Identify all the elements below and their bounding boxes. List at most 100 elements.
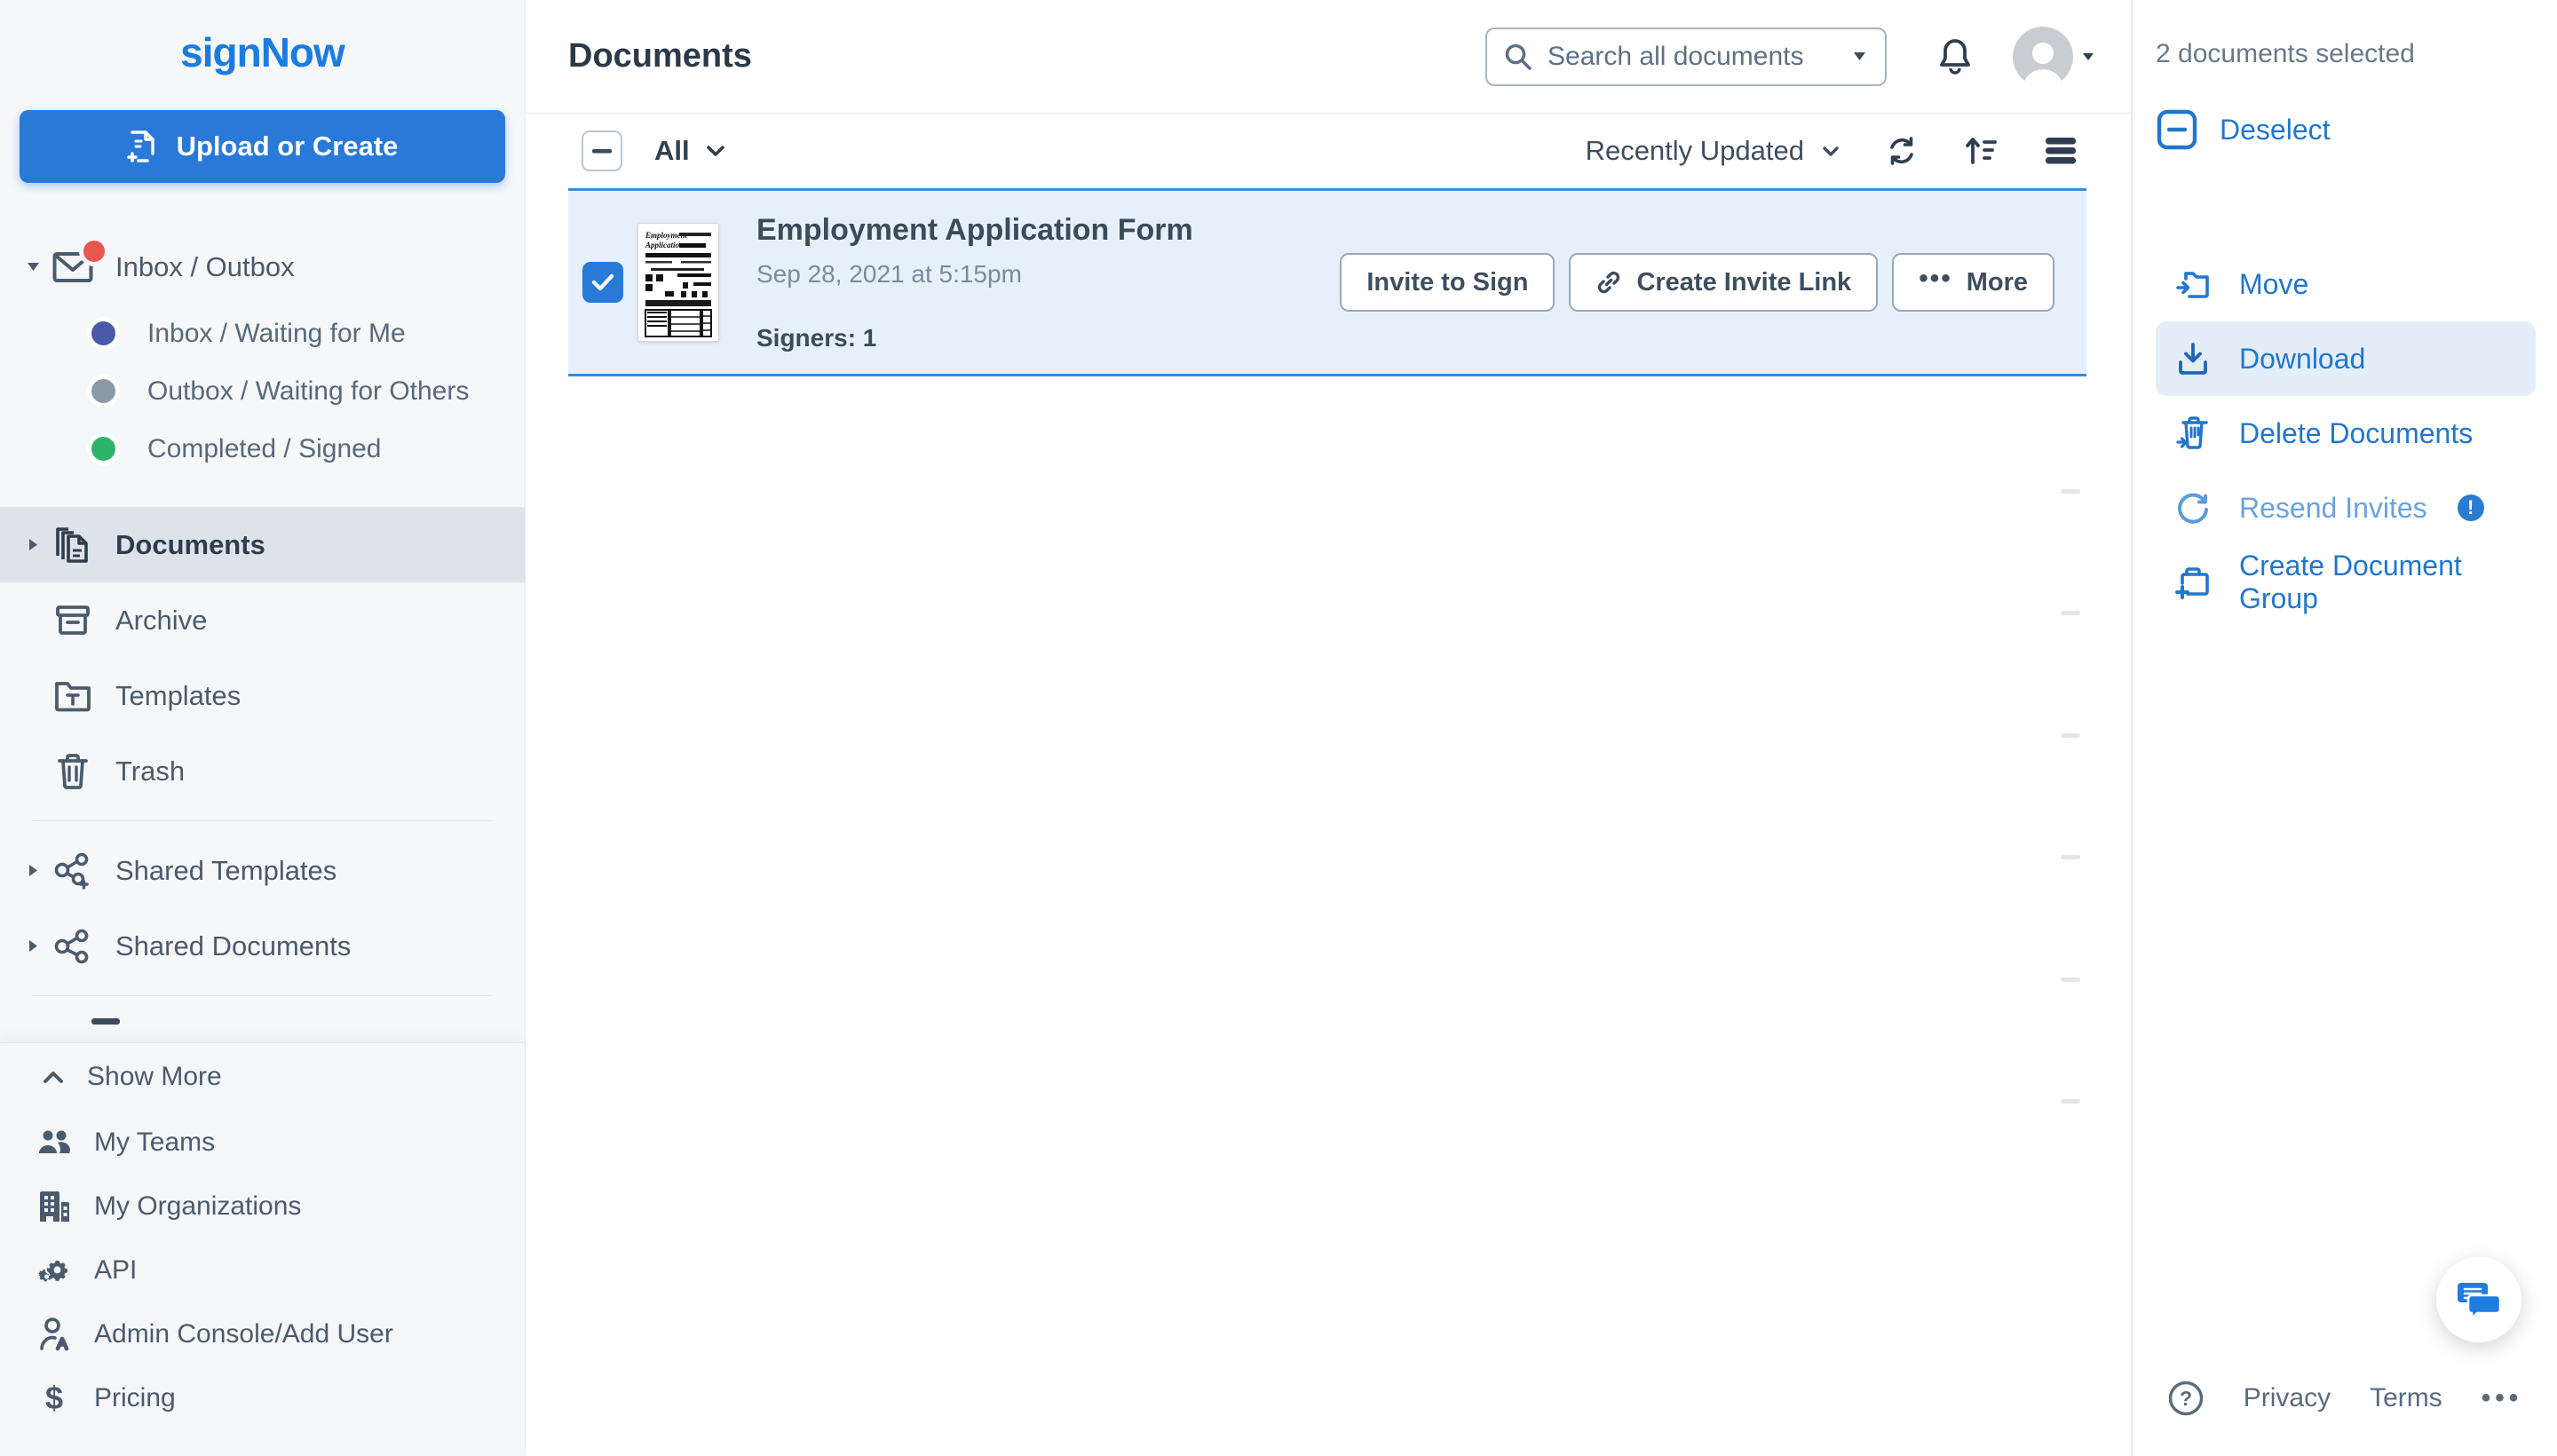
chevron-right-icon[interactable] xyxy=(21,938,44,954)
sidebar-item-templates[interactable]: Templates xyxy=(0,658,525,733)
ellipsis-icon: ••• xyxy=(1919,264,1952,294)
document-row[interactable]: Employment Application xyxy=(568,188,2086,376)
delete-trash-icon xyxy=(2173,415,2213,451)
deselect-label: Deselect xyxy=(2220,114,2331,146)
document-checkbox-checked[interactable] xyxy=(582,262,623,303)
templates-folder-icon xyxy=(50,679,96,713)
organizations-icon xyxy=(34,1190,75,1223)
list-placeholder-dash xyxy=(2061,977,2080,982)
chevron-right-icon[interactable] xyxy=(21,537,44,552)
create-document-group-action[interactable]: Create Document Group xyxy=(2156,545,2536,620)
svg-text:?: ? xyxy=(2180,1387,2192,1410)
admin-user-icon xyxy=(34,1317,75,1352)
outbox-status-dot xyxy=(91,379,115,403)
footer-more-icon[interactable]: ••• xyxy=(2482,1383,2523,1413)
notification-badge xyxy=(83,241,105,262)
document-row-actions: Invite to Sign Create Invite Link ••• Mo… xyxy=(1340,253,2054,312)
search-icon xyxy=(1503,42,1533,72)
resend-invites-label: Resend Invites xyxy=(2239,492,2427,525)
sidebar-item-label: Shared Templates xyxy=(115,855,336,887)
document-date: Sep 28, 2021 at 5:15pm xyxy=(756,260,1340,289)
privacy-link[interactable]: Privacy xyxy=(2244,1383,2331,1413)
create-invite-link-button[interactable]: Create Invite Link xyxy=(1569,253,1878,312)
list-placeholder-dash xyxy=(2061,733,2080,738)
refresh-icon[interactable] xyxy=(1886,135,1918,167)
signnow-logo[interactable]: signNow xyxy=(180,28,344,76)
sidebar-item-label: Pricing xyxy=(94,1383,176,1413)
document-thumbnail[interactable]: Employment Application xyxy=(637,223,719,342)
deselect-button[interactable]: Deselect xyxy=(2156,108,2536,151)
sidebar-divider xyxy=(32,820,493,821)
search-scope-caret-icon[interactable] xyxy=(1852,51,1867,62)
upload-or-create-button[interactable]: Upload or Create xyxy=(20,110,505,183)
list-view-icon[interactable] xyxy=(2044,136,2078,166)
resend-info-icon[interactable]: ! xyxy=(2458,495,2484,521)
account-menu[interactable] xyxy=(2013,27,2095,87)
terms-link[interactable]: Terms xyxy=(2370,1383,2442,1413)
download-action[interactable]: Download xyxy=(2156,321,2536,396)
chevron-right-icon[interactable] xyxy=(21,863,44,878)
document-group-briefcase-icon xyxy=(2173,566,2213,599)
create-invite-link-label: Create Invite Link xyxy=(1636,268,1851,297)
sidebar-item-label: My Organizations xyxy=(94,1191,301,1222)
upload-button-label: Upload or Create xyxy=(177,131,399,162)
sidebar-item-admin-console[interactable]: Admin Console/Add User xyxy=(0,1302,525,1366)
search-box xyxy=(1485,28,1887,86)
sidebar-item-shared-templates[interactable]: Shared Templates xyxy=(0,833,525,908)
filter-all-dropdown[interactable]: All xyxy=(654,135,725,167)
search-input[interactable] xyxy=(1548,42,1838,72)
sidebar-item-label: Documents xyxy=(115,529,265,561)
document-signers-count: Signers: 1 xyxy=(756,324,1340,352)
sidebar-item-label: Trash xyxy=(115,756,185,787)
download-label: Download xyxy=(2239,343,2365,376)
resend-invites-action[interactable]: Resend Invites ! xyxy=(2156,471,2536,545)
document-title[interactable]: Employment Application Form xyxy=(756,213,1340,248)
list-placeholder-dash xyxy=(2061,1099,2080,1104)
chat-support-button[interactable] xyxy=(2436,1257,2521,1342)
app-window: signNow Upload or Create xyxy=(0,0,2557,1456)
trash-icon xyxy=(50,753,96,790)
sidebar-item-inbox-outbox[interactable]: Inbox / Outbox xyxy=(0,229,525,305)
chevron-down-icon[interactable] xyxy=(21,261,44,273)
selection-panel: 2 documents selected Deselect xyxy=(2131,0,2557,1456)
sidebar-item-shared-documents[interactable]: Shared Documents xyxy=(0,908,525,984)
sort-direction-icon[interactable] xyxy=(1964,135,1998,167)
sidebar-item-label: API xyxy=(94,1255,137,1286)
documents-toolbar: All Recently Updated xyxy=(526,114,2131,188)
filter-all-label: All xyxy=(654,135,690,167)
sort-order-dropdown[interactable]: Recently Updated xyxy=(1586,135,1840,167)
sidebar-item-api[interactable]: API xyxy=(0,1238,525,1302)
notifications-bell-button[interactable] xyxy=(1936,36,1974,77)
sidebar-item-outbox-waiting-for-others[interactable]: Outbox / Waiting for Others xyxy=(0,362,525,420)
create-document-group-label: Create Document Group xyxy=(2239,550,2518,615)
sidebar: signNow Upload or Create xyxy=(0,0,526,1456)
completed-status-dot xyxy=(91,437,115,461)
select-all-checkbox-indeterminate[interactable] xyxy=(582,131,622,171)
sidebar-subitem-label: Outbox / Waiting for Others xyxy=(147,376,469,407)
list-placeholder-dash xyxy=(2061,489,2080,494)
logo-wrap: signNow xyxy=(0,0,525,105)
sidebar-subitem-label: Inbox / Waiting for Me xyxy=(147,319,406,349)
sidebar-item-inbox-waiting-for-me[interactable]: Inbox / Waiting for Me xyxy=(0,305,525,362)
more-actions-button[interactable]: ••• More xyxy=(1892,253,2054,312)
sidebar-item-my-teams[interactable]: My Teams xyxy=(0,1111,525,1175)
sidebar-item-completed-signed[interactable]: Completed / Signed xyxy=(0,420,525,478)
sidebar-item-label: Shared Documents xyxy=(115,930,351,962)
sidebar-item-pricing[interactable]: $ Pricing xyxy=(0,1366,525,1430)
move-folder-icon xyxy=(2173,268,2213,300)
move-action[interactable]: Move xyxy=(2156,247,2536,321)
sidebar-item-documents[interactable]: Documents xyxy=(0,507,525,582)
envelope-icon xyxy=(50,251,96,283)
show-more-toggle[interactable]: Show More xyxy=(0,1043,525,1111)
sidebar-item-trash[interactable]: Trash xyxy=(0,733,525,809)
invite-to-sign-button[interactable]: Invite to Sign xyxy=(1340,253,1555,312)
move-label: Move xyxy=(2239,268,2308,301)
upload-document-icon xyxy=(127,129,159,164)
deselect-minus-square-icon xyxy=(2156,108,2198,151)
delete-documents-action[interactable]: Delete Documents xyxy=(2156,396,2536,471)
main-header: Documents xyxy=(526,0,2131,114)
sidebar-item-my-organizations[interactable]: My Organizations xyxy=(0,1175,525,1238)
help-icon[interactable]: ? xyxy=(2167,1380,2205,1417)
clipped-icon xyxy=(91,1018,120,1025)
sidebar-item-archive[interactable]: Archive xyxy=(0,582,525,658)
